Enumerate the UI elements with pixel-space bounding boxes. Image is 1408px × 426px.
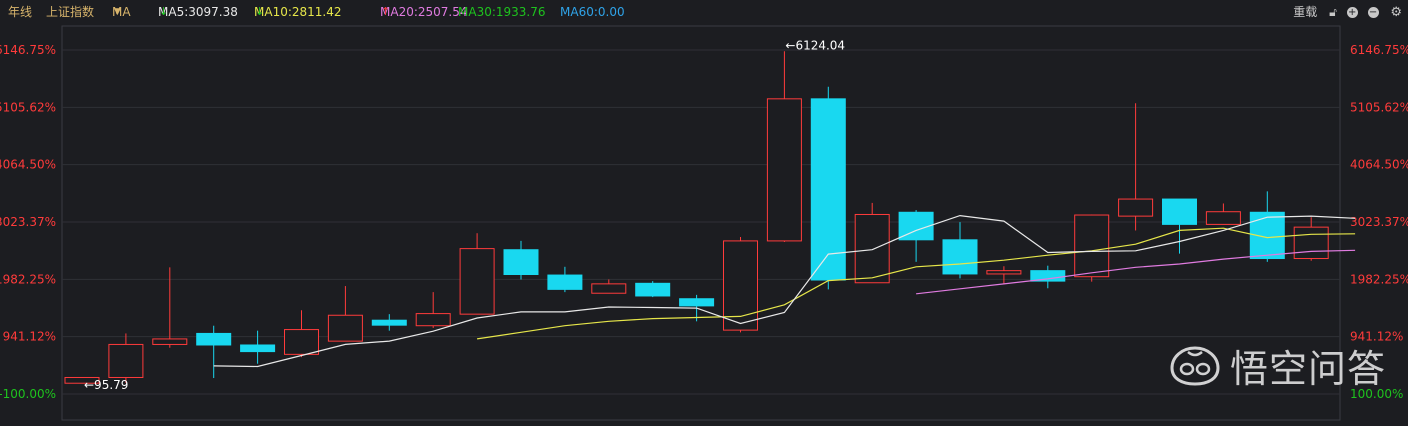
candle-body — [547, 274, 583, 290]
candle-body — [196, 332, 232, 346]
candle-body — [152, 338, 188, 345]
candle-body — [1030, 270, 1066, 282]
max-value-label: ←6124.04 — [785, 38, 845, 52]
ma-legend-label: MA30:1933.76 — [458, 5, 546, 19]
y-tick-label-right: 5105.62% — [1350, 100, 1408, 114]
candle-body — [986, 270, 1022, 275]
y-tick-label-left: 4064.50% — [0, 158, 56, 172]
watermark-text: 悟空问答 — [1229, 347, 1386, 391]
y-tick-label-left: 1982.25% — [0, 272, 56, 286]
candle-body — [1074, 214, 1110, 278]
candle-body — [459, 248, 495, 315]
y-tick-label-right: 3023.37% — [1350, 215, 1408, 229]
plot-frame — [61, 25, 1341, 421]
ma20-line — [916, 249, 1356, 295]
arrow-down-icon: ↓ — [159, 5, 169, 18]
y-tick-label-right: 1982.25% — [1350, 272, 1408, 286]
y-tick-label-left: -100.00% — [0, 387, 56, 401]
caret-down-icon: ▼ — [114, 7, 121, 17]
index-name: 上证指数 — [46, 5, 95, 19]
watermark: 悟空问答 — [1168, 338, 1386, 393]
candle-body — [371, 319, 407, 326]
y-tick-label-left: 6146.75% — [0, 43, 56, 57]
ma-legend-label: MA20:2507.54 — [380, 5, 468, 19]
min-value-label: ←95.79 — [84, 378, 128, 392]
lock-icon[interactable]: 🔓︎ — [1329, 5, 1337, 19]
arrow-up-icon: ↑ — [381, 5, 391, 18]
gear-icon[interactable]: ⚙ — [1390, 5, 1402, 20]
y-tick-label-left: 941.12% — [3, 330, 56, 344]
candle-body — [108, 343, 144, 378]
candle-body — [503, 249, 539, 276]
candle-body — [854, 213, 890, 284]
zoom-in-icon[interactable]: + — [1346, 7, 1358, 18]
wukong-logo-icon — [1170, 345, 1220, 386]
reset-button[interactable]: 重载 — [1293, 5, 1317, 19]
y-tick-label-left: 3023.37% — [0, 215, 56, 229]
candle-body — [679, 298, 715, 307]
arrow-down-icon: ↓ — [255, 5, 265, 18]
zoom-out-icon[interactable]: − — [1367, 7, 1379, 18]
chart-toolbar: 年线 上证指数 MA ▼ MA5:3097.38 ↓ MA10:2811.42 ↓ MA2… — [0, 0, 1408, 24]
ma-legend-label: MA10:2811.42 — [254, 5, 342, 19]
candle-body — [1205, 211, 1241, 225]
candle-body — [327, 314, 363, 342]
candle-body — [1293, 226, 1329, 260]
y-tick-label-left: 5105.62% — [0, 100, 56, 114]
ma-legend-label: MA60:0.00 — [560, 5, 625, 19]
candle-body — [415, 313, 451, 327]
candle-body — [591, 283, 627, 294]
y-tick-label-right: 4064.50% — [1350, 158, 1408, 172]
candle-body — [942, 239, 978, 275]
candle-body — [240, 344, 276, 353]
candle-body — [1118, 198, 1154, 217]
ma-legend-label: MA5:3097.38 — [158, 5, 238, 19]
candle-body — [284, 329, 319, 355]
candle-body — [635, 282, 671, 297]
candle-body — [766, 98, 802, 242]
y-tick-label-right: 6146.75% — [1350, 43, 1408, 57]
chart-tools: 重载 🔓︎ + − ⚙ — [1285, 0, 1402, 25]
candle-body — [1162, 198, 1197, 225]
period-selector[interactable]: 年线 — [8, 0, 32, 24]
